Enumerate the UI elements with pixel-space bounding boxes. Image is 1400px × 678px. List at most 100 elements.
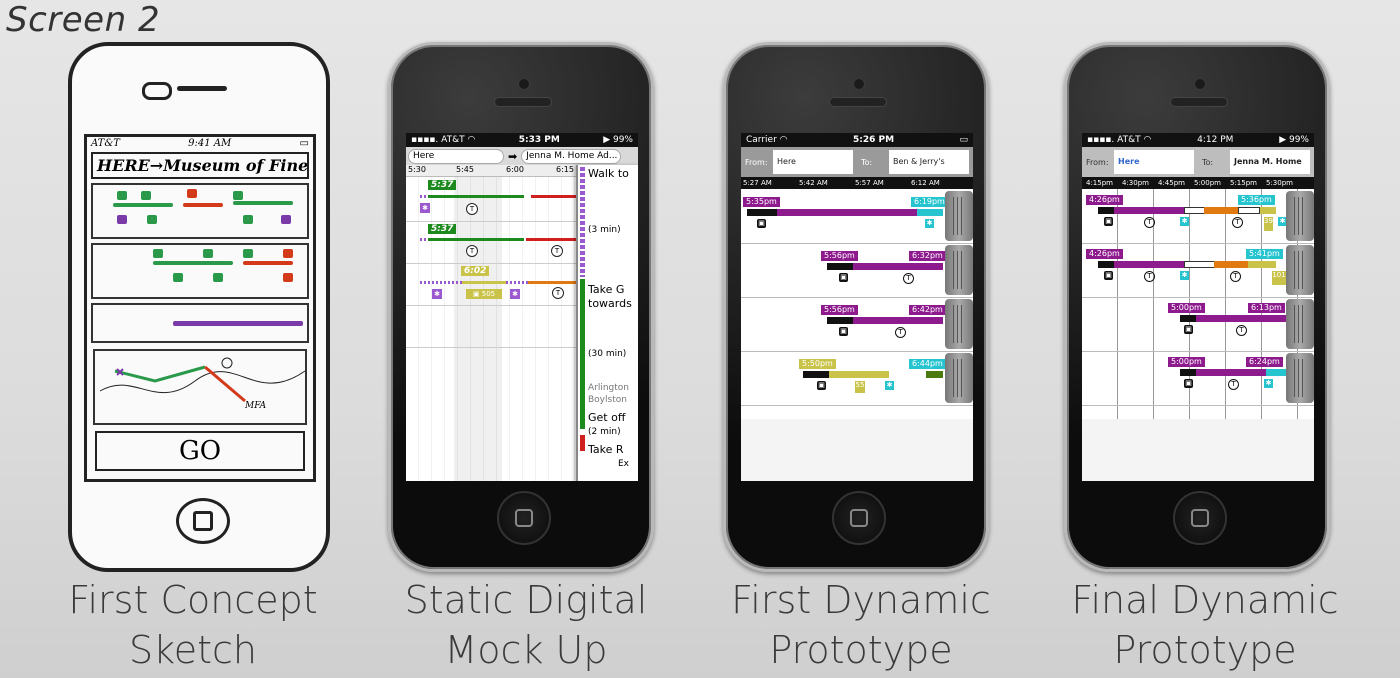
time-axis: 4:15pm 4:30pm 4:45pm 5:00pm 5:15pm 5:30p…	[1082, 177, 1314, 189]
home-button	[1173, 491, 1227, 545]
trip-row[interactable]: 5:37 ✱ T	[406, 177, 576, 222]
trip-row[interactable]: 5:50pm 6:44pm ▣ 55 ✱	[741, 351, 973, 406]
row-handle[interactable]	[1286, 191, 1314, 241]
caption-line: Mock Up	[444, 628, 608, 672]
from-field[interactable]: Here	[408, 148, 504, 164]
detail-duration: (3 min)	[588, 225, 621, 235]
row-handle[interactable]	[945, 353, 973, 403]
bus-icon: ▣	[1184, 325, 1193, 334]
trip-end-time: 6:13pm	[1248, 303, 1285, 313]
sketch-route-title: HERE→Museum of Fine Arts	[91, 152, 309, 179]
trip-end-time: 5:36pm	[1238, 195, 1275, 205]
detail-step: Walk to	[588, 167, 629, 180]
final-dynamic-screen: ▪▪▪▪. AT&T ◠ 4:12 PM ▶ 99% From: Here To…	[1082, 133, 1314, 481]
signal-icon: ▪▪▪▪.	[411, 135, 439, 145]
sketch-speaker	[177, 86, 227, 91]
trip-row[interactable]: 5:00pm 6:24pm ▣ T ✱	[1082, 351, 1314, 406]
tick-label: 4:30pm	[1122, 179, 1149, 187]
tick-label: 6:15	[556, 165, 574, 174]
status-bar: ▪▪▪▪. AT&T ◠ 5:33 PM ▶ 99%	[406, 133, 638, 147]
trip-row[interactable]: 4:26pm 5:36pm ▣ T ✱ T 39 ✱	[1082, 189, 1314, 244]
trip-row[interactable]	[406, 305, 576, 348]
caption-line: Sketch	[128, 628, 258, 672]
trip-end-time: 6:32pm	[909, 251, 946, 261]
tick-label: 5:45	[456, 165, 474, 174]
trip-row[interactable]: 6:02 ✱ ▣ 505 ✱ T	[406, 263, 576, 306]
tick-label: 5:57 AM	[855, 179, 884, 187]
wifi-icon: ◠	[1143, 135, 1152, 145]
sketch-map-drawing	[99, 357, 306, 403]
row-handle[interactable]	[1286, 353, 1314, 403]
row-handle[interactable]	[1286, 299, 1314, 349]
trip-end-time: 6:44pm	[909, 359, 946, 369]
trip-row[interactable]: 4:26pm 5:41pm ▣ T ✱ T 101	[1082, 243, 1314, 298]
time-axis: 5:27 AM 5:42 AM 5:57 AM 6:12 AM	[741, 177, 973, 189]
status-time: 5:26 PM	[852, 135, 895, 145]
t-icon: T	[552, 287, 564, 299]
route-bar: Here ➡ Jenna M. Home Ad...	[406, 147, 638, 165]
t-icon: T	[551, 245, 563, 257]
trip-end-time: 6:42pm	[909, 305, 946, 315]
trip-row[interactable]: 5:56pm 6:32pm ▣ T	[741, 243, 973, 298]
caption-static-mockup: Static Digital Mock Up	[376, 575, 676, 675]
status-time: 4:12 PM	[1197, 135, 1234, 145]
first-dynamic-phone: Carrier ◠ 5:26 PM ▭ From: Here To: Ben &…	[723, 42, 989, 572]
trip-row[interactable]: 5:35pm 6:19pm ▣ ✱	[741, 189, 973, 244]
detail-step: Get off	[588, 411, 626, 424]
bus-number-badge: 101	[1272, 271, 1286, 285]
t-icon: T	[1230, 271, 1241, 282]
sketch-camera	[142, 82, 172, 100]
bus-badge: ▣ 505	[466, 289, 502, 299]
caption-line: Final Dynamic	[1071, 578, 1339, 622]
row-handle[interactable]	[945, 191, 973, 241]
carrier: AT&T	[1117, 135, 1141, 145]
status-time: 5:33 PM	[518, 135, 560, 145]
caption-line: Prototype	[769, 628, 953, 672]
caption-line: Static Digital	[404, 578, 648, 622]
from-field[interactable]: Here	[1114, 150, 1194, 174]
bus-icon: ▣	[839, 327, 848, 336]
trip-detail-panel[interactable]: Walk to (3 min) Take G towards (30 min) …	[576, 165, 638, 481]
tick-label: 6:00	[506, 165, 524, 174]
from-field[interactable]: Here	[773, 150, 853, 174]
tick-label: 4:15pm	[1086, 179, 1113, 187]
trip-start-time: 5:00pm	[1168, 303, 1205, 313]
caption-line: First Dynamic	[731, 578, 991, 622]
sketch-home-button	[176, 498, 230, 544]
trip-row[interactable]: 5:56pm 6:42pm ▣ T	[741, 297, 973, 352]
walk-icon: ✱	[1264, 379, 1273, 388]
sketch-time: 9:41 AM	[188, 138, 232, 149]
final-dynamic-phone: ▪▪▪▪. AT&T ◠ 4:12 PM ▶ 99% From: Here To…	[1064, 42, 1330, 572]
carrier: AT&T	[441, 135, 465, 145]
speaker	[494, 97, 552, 107]
bus-icon: ▣	[1104, 217, 1113, 226]
trip-row[interactable]: 5:37 T T	[406, 221, 576, 264]
detail-duration: (2 min)	[588, 427, 621, 437]
row-handle[interactable]	[945, 299, 973, 349]
row-handle[interactable]	[1286, 245, 1314, 295]
to-field[interactable]: Jenna M. Home Ad...	[521, 148, 622, 164]
to-label: To:	[1202, 157, 1214, 167]
caption-first-dynamic: First Dynamic Prototype	[711, 575, 1011, 675]
status-bar: ▪▪▪▪. AT&T ◠ 4:12 PM ▶ 99%	[1082, 133, 1314, 147]
trip-row[interactable]: 5:00pm 6:13pm ▣ T	[1082, 297, 1314, 352]
first-dynamic-screen: Carrier ◠ 5:26 PM ▭ From: Here To: Ben &…	[741, 133, 973, 481]
trip-start-time: 5:56pm	[821, 251, 858, 261]
signal-icon: ▪▪▪▪.	[1087, 135, 1115, 145]
battery-icon: ▭	[959, 135, 968, 145]
from-label: From:	[1086, 157, 1109, 167]
row-handle[interactable]	[945, 245, 973, 295]
trip-start-time: 6:02	[461, 266, 490, 276]
trip-start-time: 4:26pm	[1086, 249, 1123, 259]
bus-icon: ▣	[757, 219, 766, 228]
speaker	[829, 97, 887, 107]
t-icon: T	[1144, 271, 1155, 282]
trip-end-time: 5:41pm	[1246, 249, 1283, 259]
route-fields: From: Here To: Jenna M. Home	[1082, 147, 1314, 177]
t-icon: T	[466, 203, 478, 215]
walk-icon: ✱	[510, 289, 520, 299]
to-label: To:	[861, 157, 873, 167]
to-field[interactable]: Ben & Jerry's	[889, 150, 969, 174]
to-field[interactable]: Jenna M. Home	[1230, 150, 1310, 174]
trip-start-time: 5:00pm	[1168, 357, 1205, 367]
